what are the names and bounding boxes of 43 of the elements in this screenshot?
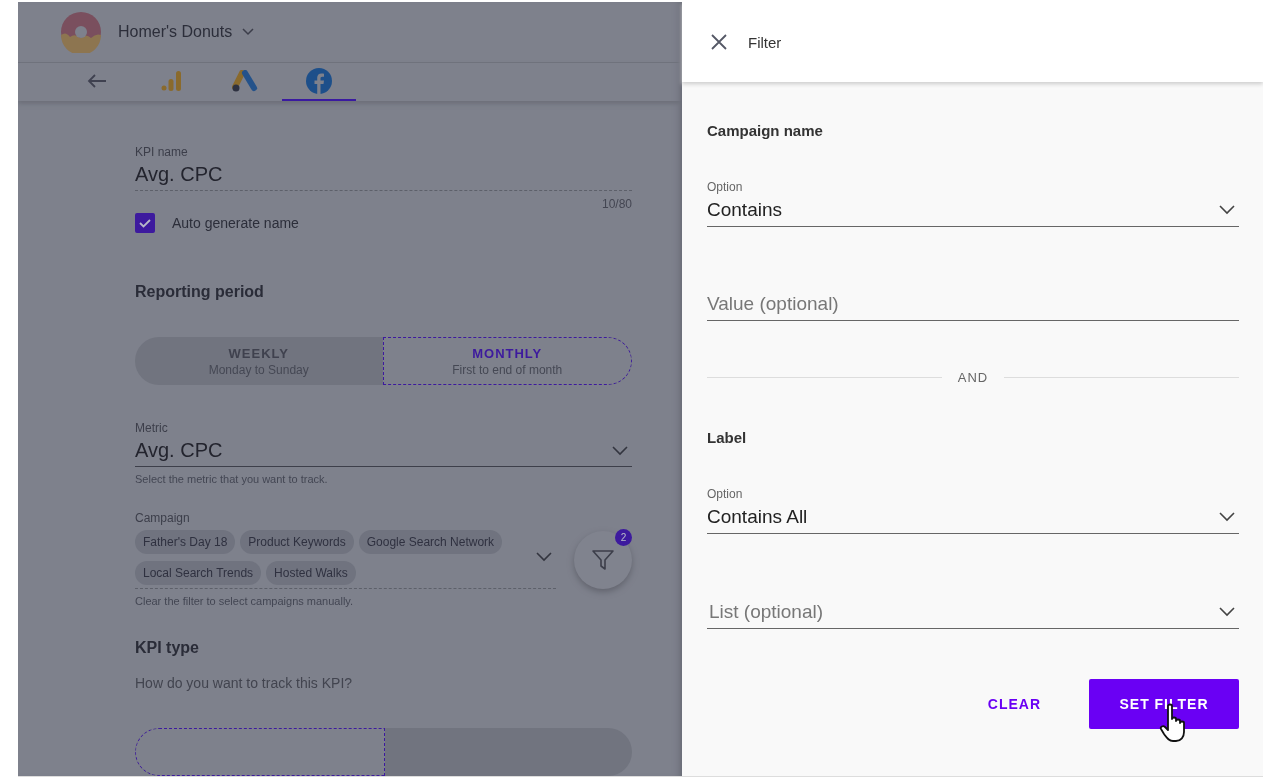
- facebook-icon: [306, 68, 332, 95]
- question-text: How do you want to track this KPI?: [135, 675, 354, 691]
- chevron-down-icon[interactable]: [242, 28, 255, 37]
- donut-logo-icon: [60, 11, 102, 54]
- triangle-logo-icon: [232, 70, 258, 93]
- option-select[interactable]: Contains All: [707, 501, 1239, 534]
- chevron-down-icon: [1219, 607, 1235, 617]
- filter-count-badge: 2: [615, 529, 632, 546]
- kpi-type-option[interactable]: [135, 728, 385, 776]
- checkbox[interactable]: [135, 213, 155, 233]
- chevron-down-icon: [612, 445, 628, 456]
- account-name[interactable]: Homer's Donuts: [118, 23, 233, 42]
- set-filter-button[interactable]: SET FILTER: [1089, 679, 1239, 729]
- chevron-down-icon: [1219, 512, 1235, 522]
- section-heading: KPI type: [135, 639, 200, 657]
- character-counter: 10/80: [601, 197, 632, 211]
- back-arrow-icon: [87, 73, 107, 90]
- close-icon[interactable]: [711, 34, 727, 50]
- field-label: Campaign: [135, 511, 191, 525]
- panel-title: Filter: [748, 33, 782, 51]
- option-select[interactable]: Contains: [707, 194, 1239, 227]
- section-heading: Reporting period: [135, 283, 265, 301]
- field-label: KPI name: [135, 145, 189, 159]
- bar-chart-icon: [160, 70, 182, 93]
- chevron-down-icon: [536, 552, 552, 562]
- chevron-down-icon: [1219, 205, 1235, 215]
- field-label: Option: [707, 180, 744, 194]
- section-heading: Campaign name: [707, 122, 824, 139]
- field-label: Option: [707, 487, 744, 501]
- section-heading: Label: [707, 429, 748, 446]
- value-input[interactable]: Value (optional): [707, 289, 1239, 321]
- clear-button[interactable]: CLEAR: [957, 680, 1071, 728]
- filter-icon: [591, 548, 615, 572]
- period-option[interactable]: MONTHLY First to end of month: [382, 337, 632, 385]
- helper-text: Clear the filter to select campaigns manually.: [135, 595, 355, 607]
- checkbox-label: Auto generate name: [172, 215, 299, 231]
- metric-select[interactable]: Avg. CPC: [135, 435, 632, 467]
- campaign-select[interactable]: Father's Day 18 Product Keywords Google Search Network Local Search Trends Hosted Walks: [135, 525, 556, 589]
- list-select[interactable]: List (optional): [707, 596, 1239, 629]
- kpi-name-field[interactable]: Avg. CPC: [135, 159, 632, 191]
- field-label: Metric: [135, 421, 169, 435]
- filter-button[interactable]: [574, 531, 632, 589]
- divider-label: AND: [957, 370, 989, 385]
